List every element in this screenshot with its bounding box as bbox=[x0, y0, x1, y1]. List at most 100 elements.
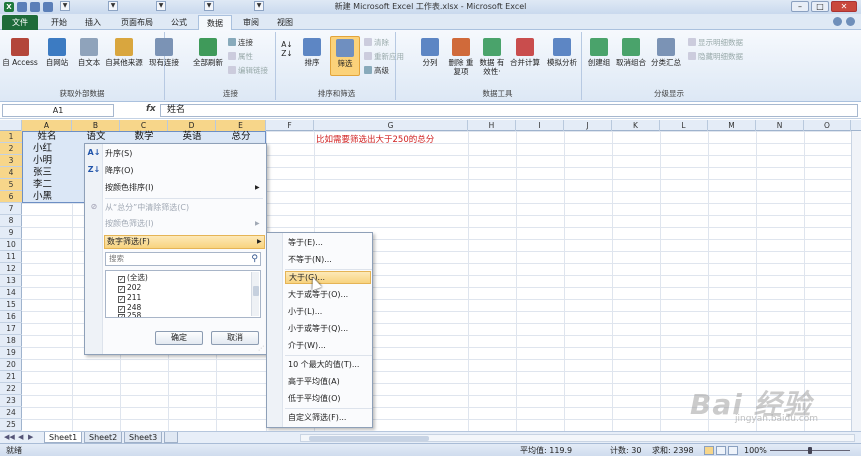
resize-grip-icon[interactable]: ⋰ bbox=[258, 345, 264, 352]
tab-formulas[interactable]: 公式 bbox=[164, 15, 194, 30]
scrollbar-thumb[interactable] bbox=[309, 436, 429, 441]
checkbox-icon[interactable]: ✓ bbox=[118, 296, 125, 303]
header-cell-name[interactable]: 姓名 bbox=[22, 131, 72, 143]
help-icon[interactable] bbox=[846, 17, 855, 26]
clear-button[interactable]: 清除 bbox=[364, 38, 389, 47]
from-other-sources-button[interactable]: 自其他来源 bbox=[104, 38, 144, 67]
checklist-item[interactable]: ✓258 bbox=[118, 311, 141, 317]
sheet-tab-sheet2[interactable]: Sheet2 bbox=[84, 432, 123, 443]
checklist-item[interactable]: ✓ 211 bbox=[118, 293, 141, 303]
checklist-item-select-all[interactable]: ✓ (全选) bbox=[118, 273, 148, 283]
column-header-o[interactable]: O bbox=[804, 120, 851, 131]
column-header-b[interactable]: B bbox=[72, 120, 120, 131]
name-cell[interactable]: 小明 bbox=[30, 155, 52, 167]
zoom-level[interactable]: 100% bbox=[744, 444, 767, 456]
edit-links-button[interactable]: 编辑链接 bbox=[228, 66, 268, 75]
group-button[interactable]: 创建组 bbox=[584, 38, 614, 67]
tab-home[interactable]: 开始 bbox=[44, 15, 74, 30]
header-cell-total[interactable]: 总分 bbox=[216, 131, 266, 143]
column-header-g[interactable]: G bbox=[314, 120, 468, 131]
row-header[interactable]: 24 bbox=[0, 407, 22, 419]
row-header[interactable]: 21 bbox=[0, 371, 22, 383]
submenu-not-equals[interactable]: 不等于(N)... bbox=[288, 254, 332, 267]
filter-dropdown-total[interactable]: ▼ bbox=[254, 1, 264, 11]
column-header-n[interactable]: N bbox=[756, 120, 804, 131]
column-header-e[interactable]: E bbox=[216, 120, 266, 131]
tab-view[interactable]: 视图 bbox=[270, 15, 300, 30]
advanced-button[interactable]: 高级 bbox=[364, 66, 389, 75]
row-header[interactable]: 13 bbox=[0, 275, 22, 287]
row-header[interactable]: 25 bbox=[0, 419, 22, 431]
fx-icon[interactable]: fx bbox=[146, 104, 156, 114]
checkbox-icon[interactable]: ✓ bbox=[118, 314, 125, 317]
sort-az-button[interactable]: A↓ Z↓ bbox=[280, 40, 294, 58]
what-if-analysis-button[interactable]: 模拟分析 bbox=[542, 38, 582, 67]
zoom-slider[interactable] bbox=[770, 447, 850, 454]
filter-dropdown-chinese[interactable]: ▼ bbox=[108, 1, 118, 11]
row-header[interactable]: 18 bbox=[0, 335, 22, 347]
minimize-icon[interactable]: – bbox=[791, 1, 809, 12]
submenu-between[interactable]: 介于(W)... bbox=[288, 340, 326, 353]
row-header[interactable]: 4 bbox=[0, 167, 22, 179]
column-header-i[interactable]: I bbox=[516, 120, 564, 131]
tab-insert[interactable]: 插入 bbox=[78, 15, 108, 30]
submenu-greater-or-equal[interactable]: 大于或等于(O)... bbox=[288, 289, 348, 302]
filter-dropdown-math[interactable]: ▼ bbox=[156, 1, 166, 11]
scrollbar-thumb[interactable] bbox=[253, 286, 259, 296]
header-cell-math[interactable]: 数学 bbox=[120, 131, 168, 143]
menu-sort-ascending[interactable]: 升序(S) bbox=[105, 148, 132, 160]
from-access-button[interactable]: 自 Access bbox=[2, 38, 38, 67]
row-header[interactable]: 11 bbox=[0, 251, 22, 263]
maximize-icon[interactable]: □ bbox=[811, 1, 829, 12]
row-header[interactable]: 19 bbox=[0, 347, 22, 359]
name-cell[interactable]: 李二 bbox=[30, 179, 52, 191]
row-header[interactable]: 20 bbox=[0, 359, 22, 371]
new-sheet-icon[interactable] bbox=[164, 432, 178, 443]
menu-clear-filter[interactable]: 从“总分”中清除筛选(C) bbox=[105, 202, 189, 214]
sheet-tab-sheet1[interactable]: Sheet1 bbox=[44, 432, 83, 443]
filter-button[interactable]: 筛选 bbox=[330, 36, 360, 76]
page-break-view-icon[interactable] bbox=[728, 446, 738, 455]
row-header[interactable]: 10 bbox=[0, 239, 22, 251]
column-header-h[interactable]: H bbox=[468, 120, 516, 131]
ok-button[interactable]: 确定 bbox=[155, 331, 203, 345]
menu-sort-by-color[interactable]: 按颜色排序(I) ▶ bbox=[105, 182, 263, 194]
remove-duplicates-button[interactable]: 删除 重复项 bbox=[446, 38, 476, 76]
row-header[interactable]: 5 bbox=[0, 179, 22, 191]
checklist-item[interactable]: ✓ 202 bbox=[118, 283, 141, 293]
tab-data[interactable]: 数据 bbox=[198, 15, 232, 30]
row-header[interactable]: 3 bbox=[0, 155, 22, 167]
row-header[interactable]: 22 bbox=[0, 383, 22, 395]
row-header[interactable]: 15 bbox=[0, 299, 22, 311]
name-cell[interactable]: 小红 bbox=[30, 143, 52, 155]
existing-connections-button[interactable]: 现有连接 bbox=[146, 38, 182, 67]
header-cell-chinese[interactable]: 语文 bbox=[72, 131, 120, 143]
submenu-above-average[interactable]: 高于平均值(A) bbox=[288, 376, 340, 389]
column-header-k[interactable]: K bbox=[612, 120, 660, 131]
tab-review[interactable]: 审阅 bbox=[236, 15, 266, 30]
select-all-corner[interactable] bbox=[0, 120, 22, 131]
horizontal-scrollbar[interactable] bbox=[300, 434, 855, 442]
row-header[interactable]: 9 bbox=[0, 227, 22, 239]
from-web-button[interactable]: 自网站 bbox=[42, 38, 72, 67]
sort-button[interactable]: 排序 bbox=[298, 38, 326, 67]
column-header-l[interactable]: L bbox=[660, 120, 708, 131]
submenu-less-than[interactable]: 小于(L)... bbox=[288, 306, 322, 319]
row-header[interactable]: 6 bbox=[0, 191, 22, 203]
next-sheet-icon[interactable]: ▶ bbox=[28, 433, 33, 441]
prev-sheet-icon[interactable]: ◀ bbox=[18, 433, 23, 441]
close-icon[interactable]: ✕ bbox=[831, 1, 857, 12]
ungroup-button[interactable]: 取消组合 bbox=[614, 38, 648, 67]
column-header-c[interactable]: C bbox=[120, 120, 168, 131]
column-header-j[interactable]: J bbox=[564, 120, 612, 131]
menu-filter-by-color[interactable]: 按颜色筛选(I) ▶ bbox=[105, 218, 263, 230]
name-box[interactable]: A1 bbox=[2, 104, 114, 117]
name-cell[interactable]: 张三 bbox=[30, 167, 52, 179]
row-header[interactable]: 17 bbox=[0, 323, 22, 335]
reapply-button[interactable]: 重新应用 bbox=[364, 52, 404, 61]
row-header[interactable]: 7 bbox=[0, 203, 22, 215]
refresh-all-button[interactable]: 全部刷新 bbox=[190, 38, 226, 67]
checkbox-icon[interactable]: ✓ bbox=[118, 276, 125, 283]
zoom-slider-knob[interactable] bbox=[808, 447, 812, 454]
consolidate-button[interactable]: 合并计算 bbox=[508, 38, 542, 67]
